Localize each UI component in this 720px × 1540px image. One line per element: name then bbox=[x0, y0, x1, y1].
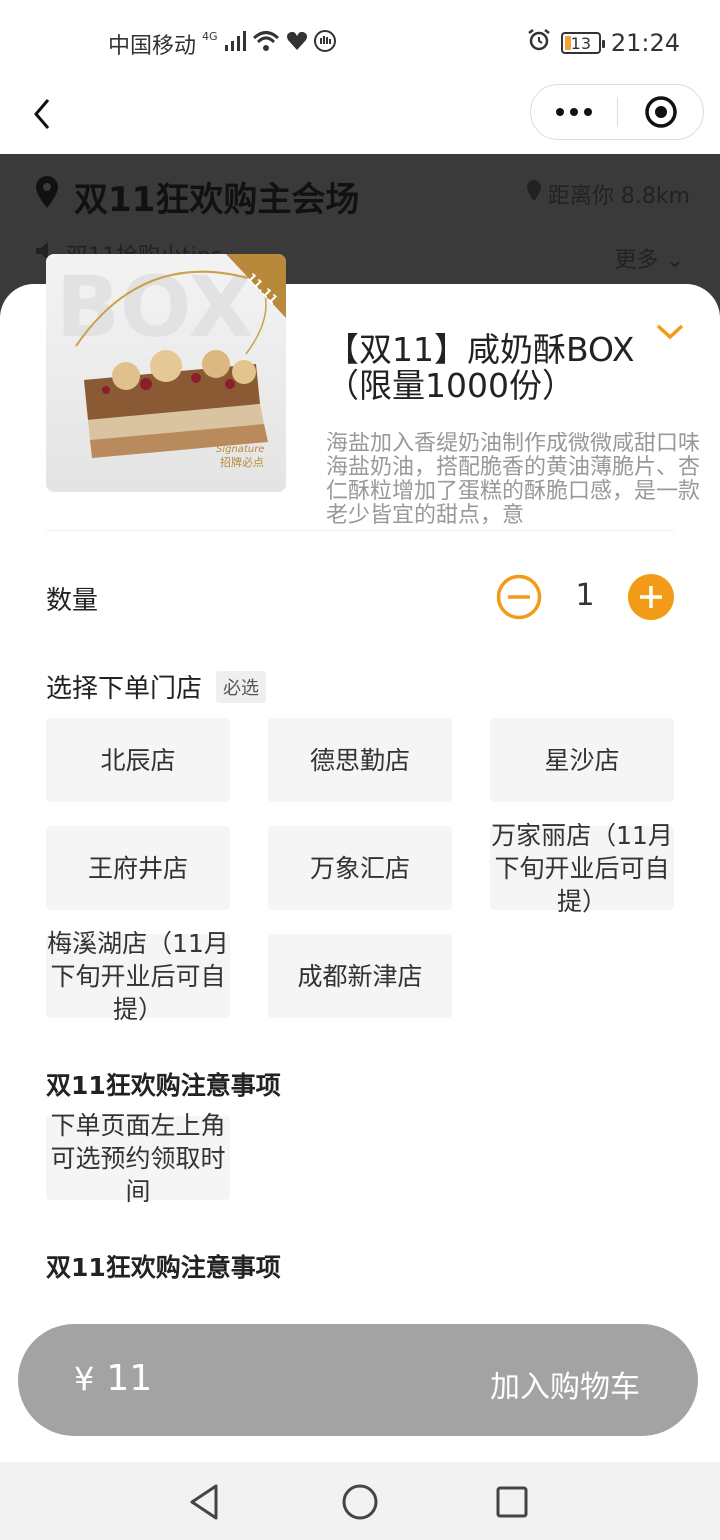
image-signature-cn: 招牌必点 bbox=[220, 455, 264, 469]
product-name: 【双11】咸奶酥BOX（限量1000份） bbox=[326, 330, 635, 405]
health-heart-icon bbox=[286, 31, 308, 57]
recent-apps-square-icon[interactable] bbox=[492, 1482, 532, 1522]
store-option-label: 万家丽店（11月下旬开业后可自提） bbox=[491, 820, 673, 916]
notice-option[interactable]: 下单页面左上角可选预约领取时间 bbox=[46, 1111, 230, 1206]
image-signature: Signature bbox=[216, 444, 264, 455]
background-title: 双11狂欢购主会场 bbox=[34, 172, 359, 221]
clock-time: 21:24 bbox=[610, 29, 680, 57]
back-arrow-icon[interactable] bbox=[26, 94, 66, 134]
store-option-label: 万象汇店 bbox=[309, 853, 410, 883]
store-option[interactable]: 王府井店 bbox=[46, 826, 230, 910]
quantity-value: 1 bbox=[575, 578, 595, 613]
store-option-label: 梅溪湖店（11月下旬开业后可自提） bbox=[47, 928, 229, 1024]
product-description: 海盐加入香缇奶油制作成微微咸甜口味海盐奶油，搭配脆香的黄油薄脆片、杏仁酥粒增加了… bbox=[326, 432, 701, 528]
status-right: 13 21:24 bbox=[527, 28, 680, 58]
store-select-label: 选择下单门店 必选 bbox=[46, 668, 267, 705]
store-option[interactable]: 梅溪湖店（11月下旬开业后可自提） bbox=[46, 929, 230, 1024]
mini-program-capsule bbox=[530, 84, 704, 140]
background-more-link: 更多 ⌄ bbox=[615, 242, 684, 274]
more-dots-icon[interactable] bbox=[531, 85, 617, 139]
nav-bar bbox=[0, 80, 720, 154]
minus-icon[interactable] bbox=[496, 574, 542, 620]
store-option[interactable]: 北辰店 bbox=[46, 718, 230, 802]
product-image: BOX 11.11 Signature 招牌必点 bbox=[46, 254, 286, 492]
store-option[interactable]: 星沙店 bbox=[490, 718, 674, 802]
currency-symbol: ¥ bbox=[74, 1360, 95, 1398]
required-badge: 必选 bbox=[216, 670, 267, 703]
store-option-label: 王府井店 bbox=[87, 853, 188, 883]
location-pin-icon bbox=[34, 175, 60, 218]
store-option-label: 成都新津店 bbox=[297, 961, 423, 991]
add-to-cart-bar[interactable]: ¥ 11 加入购物车 bbox=[18, 1324, 698, 1436]
add-to-cart-button[interactable]: 加入购物车 bbox=[490, 1362, 640, 1406]
network-type: 4G bbox=[202, 29, 218, 43]
signal-icon bbox=[224, 31, 246, 57]
store-option[interactable]: 万家丽店（11月下旬开业后可自提） bbox=[490, 821, 674, 916]
wifi-icon bbox=[252, 30, 280, 58]
store-option[interactable]: 德思勤店 bbox=[268, 718, 452, 802]
store-option[interactable]: 万象汇店 bbox=[268, 826, 452, 910]
carrier-name: 中国移动 bbox=[108, 34, 197, 59]
chevron-down-icon: ⌄ bbox=[665, 248, 684, 273]
store-option-label: 北辰店 bbox=[100, 745, 176, 775]
price: ¥ 11 bbox=[74, 1358, 152, 1399]
quantity-label: 数量 bbox=[46, 586, 99, 616]
divider bbox=[46, 530, 674, 531]
battery-icon: 13 bbox=[560, 32, 605, 54]
notice-title: 双11狂欢购注意事项 bbox=[46, 1071, 281, 1100]
status-left: 中国移动 4G bbox=[108, 28, 336, 60]
background-title-text: 双11狂欢购主会场 bbox=[74, 180, 360, 220]
back-triangle-icon[interactable] bbox=[186, 1482, 226, 1522]
price-value: 11 bbox=[106, 1358, 153, 1399]
plus-icon[interactable] bbox=[628, 574, 674, 620]
distance-pin-icon bbox=[526, 180, 542, 208]
notice-option-label: 下单页面左上角可选预约领取时间 bbox=[50, 1110, 226, 1206]
hand-icon bbox=[313, 30, 336, 58]
status-bar: 中国移动 4G 13 21:24 bbox=[0, 0, 720, 80]
battery-level: 13 bbox=[570, 33, 591, 53]
notice-title: 双11狂欢购注意事项 bbox=[46, 1253, 281, 1282]
chevron-down-icon[interactable] bbox=[656, 322, 684, 346]
system-navigation-bar bbox=[0, 1462, 720, 1540]
store-select-title: 选择下单门店 bbox=[46, 674, 203, 704]
more-text: 更多 bbox=[614, 248, 659, 273]
alarm-icon bbox=[527, 28, 551, 58]
home-circle-icon[interactable] bbox=[340, 1482, 380, 1522]
distance-text: 距离你 8.8km bbox=[547, 184, 690, 209]
target-circle-icon[interactable] bbox=[618, 95, 703, 129]
store-option-label: 德思勤店 bbox=[309, 745, 410, 775]
store-option[interactable]: 成都新津店 bbox=[268, 934, 452, 1018]
store-option-label: 星沙店 bbox=[544, 745, 620, 775]
distance-info: 距离你 8.8km bbox=[526, 178, 690, 210]
